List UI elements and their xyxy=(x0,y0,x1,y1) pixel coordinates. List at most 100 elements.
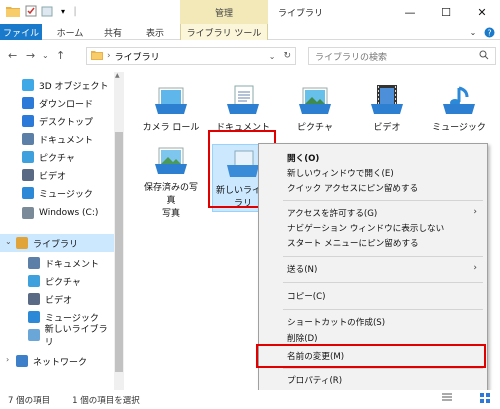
new-folder-icon[interactable] xyxy=(40,4,54,18)
breadcrumb[interactable]: ライブラリ xyxy=(115,50,160,63)
document-icon xyxy=(28,257,40,269)
breadcrumb-separator: › xyxy=(107,51,111,61)
library-item-videos[interactable]: ビデオ xyxy=(356,84,418,133)
menu-separator xyxy=(283,282,483,283)
nav-item[interactable]: 3D オブジェクト xyxy=(0,76,114,94)
up-arrow-icon[interactable]: ↑ xyxy=(56,49,65,62)
library-item-documents[interactable]: ドキュメント xyxy=(212,84,274,133)
address-dropdown-icon[interactable]: ⌄ xyxy=(269,52,276,61)
nav-item-label: ビデオ xyxy=(39,171,67,182)
tab-share[interactable]: 共有 xyxy=(96,24,130,40)
large-icons-view-icon[interactable] xyxy=(480,393,490,406)
menu-separator xyxy=(283,309,483,310)
tab-view[interactable]: 表示 xyxy=(136,24,174,40)
rename-highlight xyxy=(256,344,486,368)
nav-item[interactable]: ピクチャ xyxy=(0,148,114,166)
close-button[interactable]: ✕ xyxy=(464,0,500,24)
check-properties-icon[interactable] xyxy=(24,4,38,18)
tab-home[interactable]: ホーム xyxy=(50,24,90,40)
nav-item[interactable]: ドキュメント xyxy=(0,130,114,148)
nav-item-label: 3D オブジェクト xyxy=(39,81,109,92)
menu-item-give-access[interactable]: アクセスを許可する(G) xyxy=(287,207,377,219)
library-item-camera-roll[interactable]: カメラ ロール xyxy=(140,84,202,133)
desktop-icon xyxy=(22,115,34,127)
nav-item[interactable]: ライブラリ xyxy=(0,234,114,252)
refresh-icon[interactable]: ↻ xyxy=(283,51,291,61)
menu-item-pin-start[interactable]: スタート メニューにピン留めする xyxy=(287,237,419,249)
toolbar-divider: | xyxy=(73,5,77,17)
menu-item-send-to[interactable]: 送る(N) xyxy=(287,263,317,275)
menu-separator xyxy=(283,368,483,369)
music-icon xyxy=(22,187,34,199)
address-bar[interactable]: › ライブラリ ⌄ ↻ xyxy=(86,47,296,65)
video-icon xyxy=(28,293,40,305)
minimize-button[interactable]: — xyxy=(392,0,428,24)
manage-tab[interactable]: 管理 xyxy=(180,0,268,24)
expand-chevron-icon[interactable]: › xyxy=(6,355,9,364)
submenu-arrow-icon: › xyxy=(473,263,477,273)
nav-item[interactable]: ダウンロード xyxy=(0,94,114,112)
nav-item-label: ネットワーク xyxy=(33,357,88,368)
menu-item-pin-quick-access[interactable]: クイック アクセスにピン留めする xyxy=(287,182,418,194)
menu-item-open[interactable]: 開く(O) xyxy=(287,152,319,164)
nav-item-label: ダウンロード xyxy=(39,99,94,110)
nav-item[interactable]: Windows (C:) xyxy=(0,204,114,222)
tab-file[interactable]: ファイル xyxy=(0,24,42,40)
documents-library-icon xyxy=(225,84,261,116)
search-input[interactable]: ライブラリの検索 xyxy=(308,47,496,65)
nav-item[interactable]: ドキュメント xyxy=(0,254,114,272)
library-icon xyxy=(16,237,28,249)
nav-item[interactable]: ピクチャ xyxy=(0,272,114,290)
music-library-icon xyxy=(441,84,477,116)
nav-item-label: ドキュメント xyxy=(45,259,100,270)
collapse-chevron-icon[interactable]: ⌄ xyxy=(5,237,12,246)
library-icon xyxy=(28,329,40,341)
download-icon xyxy=(22,97,34,109)
nav-item-label: ドキュメント xyxy=(39,135,94,146)
menu-item-hide-nav[interactable]: ナビゲーション ウィンドウに表示しない xyxy=(287,222,444,234)
document-icon xyxy=(22,133,34,145)
menu-item-create-shortcut[interactable]: ショートカットの作成(S) xyxy=(287,316,385,328)
nav-scrollbar[interactable]: ▲ xyxy=(114,72,124,390)
nav-item-label: ピクチャ xyxy=(39,153,75,164)
menu-item-open-new-window[interactable]: 新しいウィンドウで開く(E) xyxy=(287,167,394,179)
search-icon xyxy=(479,50,489,63)
library-item-pictures[interactable]: ピクチャ xyxy=(284,84,346,133)
recent-locations-icon[interactable]: ⌄ xyxy=(42,51,49,60)
ribbon-tabs: ファイル ホーム 共有 表示 ライブラリ ツール ⌄ ? xyxy=(0,24,500,40)
menu-item-delete[interactable]: 削除(D) xyxy=(287,332,318,344)
help-icon[interactable]: ? xyxy=(482,24,496,40)
nav-item[interactable]: ビデオ xyxy=(0,166,114,184)
expand-ribbon-icon[interactable]: ⌄ xyxy=(466,24,480,40)
nav-item[interactable]: ミュージック xyxy=(0,184,114,202)
forward-arrow-icon[interactable]: → xyxy=(26,49,35,62)
maximize-button[interactable]: ☐ xyxy=(428,0,464,24)
nav-item-label: 新しいライブラリ xyxy=(44,325,108,348)
menu-item-properties[interactable]: プロパティ(R) xyxy=(287,374,342,386)
back-arrow-icon[interactable]: ← xyxy=(8,49,17,62)
library-item-saved-pictures[interactable]: 保存済みの写真 写真 xyxy=(140,144,202,219)
video-icon xyxy=(22,169,34,181)
window-title: ライブラリ xyxy=(278,9,324,19)
tab-library-tools[interactable]: ライブラリ ツール xyxy=(180,24,268,40)
nav-item-label: ビデオ xyxy=(45,295,73,306)
address-row: ← → ⌄ ↑ › ライブラリ ⌄ ↻ ライブラリの検索 xyxy=(0,41,500,71)
nav-item[interactable]: ネットワーク xyxy=(0,352,114,370)
library-item-music[interactable]: ミュージック xyxy=(428,84,490,133)
navigation-pane: 3D オブジェクト ダウンロード デスクトップ ドキュメント ピクチャ ビデオ ミュージック… xyxy=(0,72,114,390)
nav-scrollbar-thumb[interactable] xyxy=(115,132,123,372)
scroll-up-icon[interactable]: ▲ xyxy=(115,72,120,79)
nav-item-label: ミュージック xyxy=(39,189,93,200)
submenu-arrow-icon: › xyxy=(473,207,477,217)
library-icon xyxy=(91,49,103,63)
nav-item[interactable]: ビデオ xyxy=(0,290,114,308)
details-view-icon[interactable] xyxy=(442,393,452,406)
network-icon xyxy=(16,355,28,367)
nav-item[interactable]: デスクトップ xyxy=(0,112,114,130)
nav-item-label: ライブラリ xyxy=(33,239,79,250)
menu-item-copy[interactable]: コピー(C) xyxy=(287,290,326,302)
menu-separator xyxy=(283,200,483,201)
music-icon xyxy=(28,311,40,323)
folder-icon[interactable] xyxy=(6,4,20,18)
nav-item[interactable]: 新しいライブラリ xyxy=(0,325,114,348)
